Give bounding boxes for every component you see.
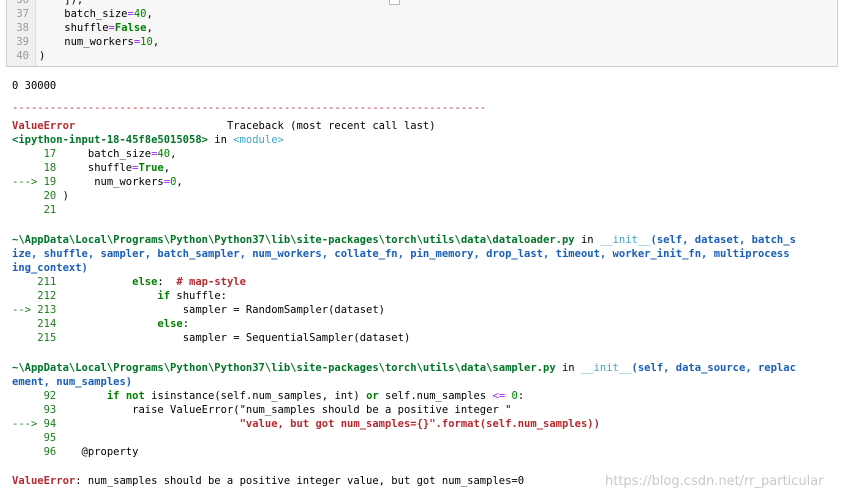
traceback-line: 17 batch_size=40, [43, 148, 177, 160]
traceback-line: 20 ) [43, 190, 69, 202]
traceback-frame-2-location: ~\AppData\Local\Programs\Python\Python37… [12, 234, 796, 246]
stdout-text: 0 30000 [12, 80, 57, 92]
traceback-line: 214 else: [37, 318, 190, 330]
traceback-line: 96 @property [43, 446, 139, 458]
traceback-line: 21 [43, 204, 57, 216]
watermark-text: https://blog.csdn.net/rr_particular [605, 474, 824, 489]
traceback-line-current: ---> 94 "value, but got num_samples={}".… [12, 418, 600, 430]
cell-collapse-handle[interactable] [389, 0, 400, 5]
traceback-line: 95 [43, 432, 57, 444]
code-line: 39 num_workers=10, [16, 36, 160, 48]
traceback-frame-2-args: ing_context) [12, 262, 88, 274]
traceback-frame-2-args: ize, shuffle, sampler, batch_sampler, nu… [12, 248, 790, 260]
code-line: 40) [16, 50, 46, 62]
error-message: ValueError: num_samples should be a posi… [12, 475, 525, 487]
traceback-line: 18 shuffle=True, [43, 162, 171, 174]
code-line: 38 shuffle=False, [16, 22, 153, 34]
traceback-line-current: ---> 19 num_workers=0, [12, 176, 183, 188]
traceback-header: ValueError Traceback (most recent call l… [12, 120, 436, 132]
traceback-separator: ----------------------------------------… [12, 102, 487, 114]
traceback-line: 93 raise ValueError("num_samples should … [43, 404, 512, 416]
traceback-frame-3-args: ement, num_samples) [12, 376, 133, 388]
traceback-line: 215 sampler = SequentialSampler(dataset) [37, 332, 411, 344]
traceback-line: 211 else: # map-style [37, 276, 246, 288]
traceback-line: 212 if shuffle: [37, 290, 227, 302]
code-cell-input[interactable]: 36 ]), 37 batch_size=40, 38 shuffle=Fals… [6, 0, 838, 67]
traceback-frame-3-location: ~\AppData\Local\Programs\Python\Python37… [12, 362, 796, 374]
traceback-frame-1-location: <ipython-input-18-45f8e5015058> in <modu… [12, 134, 284, 146]
code-line: 36 ]), [16, 0, 84, 6]
traceback-line: 92 if not isinstance(self.num_samples, i… [43, 390, 525, 402]
traceback-line-current: --> 213 sampler = RandomSampler(dataset) [12, 304, 385, 316]
code-line: 37 batch_size=40, [16, 8, 153, 20]
